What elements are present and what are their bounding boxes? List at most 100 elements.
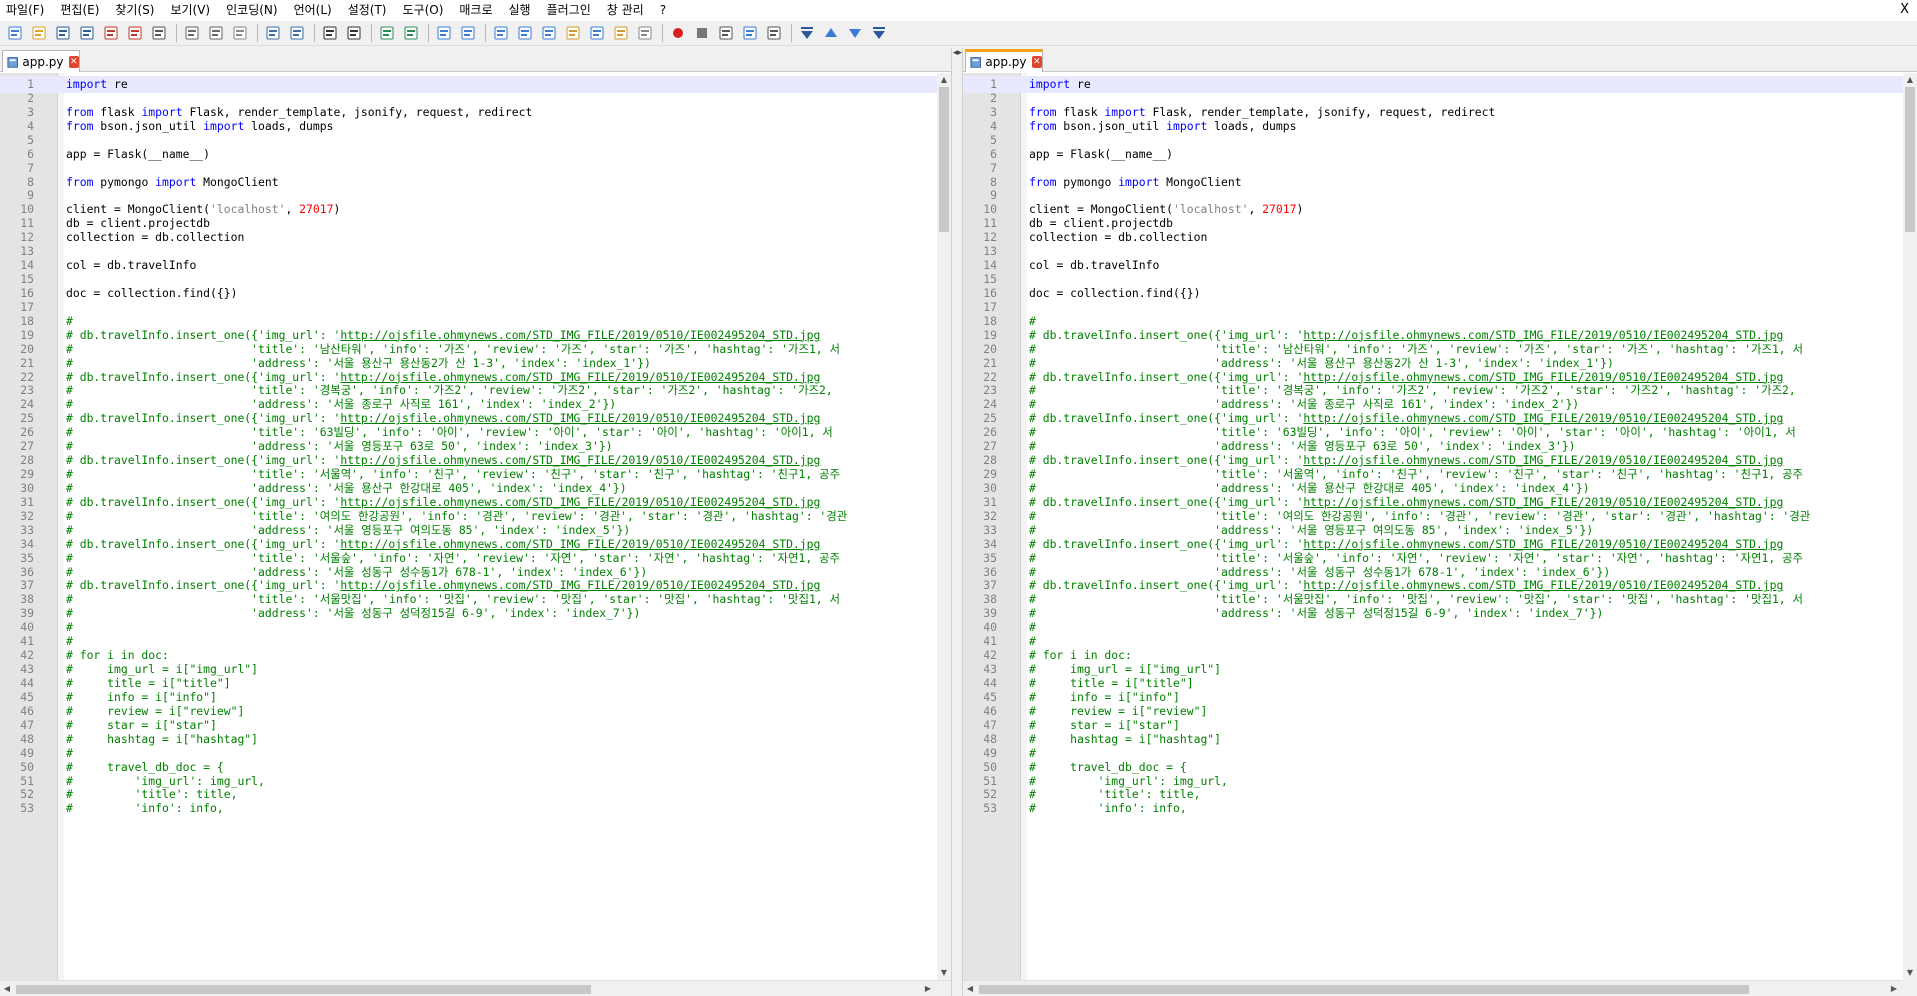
- close-document-button[interactable]: X: [1900, 2, 1909, 17]
- function-list-icon[interactable]: [562, 22, 584, 44]
- code-token: # 'address': '서울 영등포구 여의도동 85', 'index':…: [1029, 522, 1594, 537]
- scroll-up-icon[interactable]: ▲: [937, 73, 951, 87]
- code-token: ,: [285, 202, 300, 217]
- sync-horizontal-icon[interactable]: [457, 22, 479, 44]
- scroll-left-icon[interactable]: ◀: [0, 982, 14, 996]
- menu-item-4[interactable]: 인코딩(N): [218, 0, 285, 21]
- zoom-out-icon[interactable]: [400, 22, 422, 44]
- zoom-in-icon[interactable]: [376, 22, 398, 44]
- toolbar-separator: [662, 24, 663, 42]
- open-file-icon[interactable]: [28, 22, 50, 44]
- undo-icon[interactable]: [262, 22, 284, 44]
- code-token: #: [66, 313, 73, 328]
- scroll-down-icon[interactable]: ▼: [937, 966, 951, 980]
- code-token: # db.travelInfo.insert_one({'img_url': ': [66, 327, 341, 342]
- tab-close-icon[interactable]: ✕: [68, 55, 79, 68]
- splitter-arrows-icon[interactable]: ◂▸: [953, 48, 962, 58]
- sync-vertical-icon[interactable]: [433, 22, 455, 44]
- vertical-scrollbar[interactable]: ▲ ▼: [1903, 73, 1917, 980]
- scroll-down-icon[interactable]: ▼: [1903, 966, 1917, 980]
- save-macro-icon[interactable]: [763, 22, 785, 44]
- vertical-scroll-thumb[interactable]: [1905, 87, 1915, 232]
- cut-icon[interactable]: [181, 22, 203, 44]
- code-area[interactable]: 1 import re 2 3 from flask import Flask, ren…: [963, 73, 1903, 980]
- show-all-chars-icon[interactable]: [514, 22, 536, 44]
- scroll-up-icon[interactable]: ▲: [1903, 73, 1917, 87]
- copy-icon[interactable]: [205, 22, 227, 44]
- code-token: doc = collection.find({}): [1029, 285, 1201, 300]
- menu-item-5[interactable]: 언어(L): [286, 0, 340, 21]
- vertical-scrollbar[interactable]: ▲ ▼: [937, 73, 951, 980]
- menu-item-9[interactable]: 실행: [501, 0, 539, 21]
- close-icon[interactable]: [100, 22, 122, 44]
- right-code-editor[interactable]: 1 import re 2 3 from flask import Flask, ren…: [963, 73, 1917, 980]
- redo-icon[interactable]: [286, 22, 308, 44]
- menu-item-1[interactable]: 편집(E): [52, 0, 107, 21]
- code-token: # 'title': '서울역', 'info': '친구', 'review'…: [1029, 467, 1804, 482]
- save-all-icon[interactable]: [76, 22, 98, 44]
- menu-item-12[interactable]: ?: [652, 0, 674, 21]
- compare-prev-icon[interactable]: [820, 22, 842, 44]
- menu-item-8[interactable]: 매크로: [451, 0, 500, 21]
- indent-guide-icon[interactable]: [538, 22, 560, 44]
- code-token: from: [1029, 104, 1057, 119]
- menu-item-3[interactable]: 보기(V): [162, 0, 218, 21]
- print-icon[interactable]: [148, 22, 170, 44]
- horizontal-scroll-thumb[interactable]: [16, 985, 591, 994]
- compare-last-icon[interactable]: [868, 22, 890, 44]
- menu-item-10[interactable]: 플러그인: [539, 0, 599, 21]
- left-code-editor[interactable]: 1 import re 2 3 from flask import Flask, ren…: [0, 73, 951, 980]
- tab-app-py-left[interactable]: app.py ✕: [2, 50, 80, 72]
- doc-map-icon[interactable]: [586, 22, 608, 44]
- find-icon[interactable]: [319, 22, 341, 44]
- code-token: # db.travelInfo.insert_one({'img_url': ': [66, 369, 341, 384]
- code-token: # 'address': '서울 종로구 사직로 161', 'index': …: [1029, 397, 1580, 412]
- record-macro-icon[interactable]: [667, 22, 689, 44]
- code-token: import: [155, 174, 197, 189]
- new-file-icon[interactable]: [4, 22, 26, 44]
- code-token: from: [1029, 118, 1057, 133]
- scroll-left-icon[interactable]: ◀: [963, 982, 977, 996]
- run-macro-multiple-icon[interactable]: [739, 22, 761, 44]
- save-icon[interactable]: [52, 22, 74, 44]
- tab-app-py-right[interactable]: app.py ✕: [965, 49, 1043, 72]
- paste-icon[interactable]: [229, 22, 251, 44]
- code-token: 27017: [1262, 202, 1297, 217]
- monitoring-icon[interactable]: [634, 22, 656, 44]
- horizontal-scrollbar[interactable]: ◀ ▶: [963, 980, 1917, 996]
- left-tab-bar: app.py ✕: [0, 48, 951, 72]
- code-token: # star = i["star"]: [66, 717, 217, 732]
- folder-workspace-icon[interactable]: [610, 22, 632, 44]
- menu-item-11[interactable]: 창 관리: [599, 0, 652, 21]
- vertical-scroll-thumb[interactable]: [939, 87, 949, 232]
- word-wrap-icon[interactable]: [490, 22, 512, 44]
- replace-icon[interactable]: [343, 22, 365, 44]
- code-token: # 'title': '경복궁', 'info': '가즈2', 'review…: [1029, 383, 1796, 398]
- code-token: # 'address': '서울 영등포구 63로 50', 'index': …: [1029, 439, 1576, 454]
- menu-item-6[interactable]: 설정(T): [340, 0, 395, 21]
- code-token: pymongo: [1056, 174, 1119, 189]
- compare-first-icon[interactable]: [796, 22, 818, 44]
- close-all-icon[interactable]: [124, 22, 146, 44]
- menu-item-0[interactable]: 파일(F): [0, 0, 52, 21]
- scroll-right-icon[interactable]: ▶: [1887, 982, 1901, 996]
- code-token: # db.travelInfo.insert_one({'img_url': ': [66, 578, 341, 593]
- code-area[interactable]: 1 import re 2 3 from flask import Flask, ren…: [0, 73, 937, 980]
- pane-splitter[interactable]: ◂▸: [951, 48, 963, 996]
- play-macro-icon[interactable]: [715, 22, 737, 44]
- code-token: # 'info': info,: [66, 801, 224, 816]
- code-token: # db.travelInfo.insert_one({'img_url': ': [66, 494, 341, 509]
- tab-close-icon[interactable]: ✕: [1031, 56, 1042, 68]
- code-token: # img_url = i["img_url"]: [66, 662, 259, 677]
- stop-macro-icon[interactable]: [691, 22, 713, 44]
- code-token: loads, dumps: [1207, 118, 1297, 133]
- scroll-right-icon[interactable]: ▶: [921, 982, 935, 996]
- horizontal-scrollbar[interactable]: ◀ ▶: [0, 980, 951, 996]
- code-token: http://ojsfile.ohmynews.com/STD_IMG_FILE…: [340, 411, 821, 426]
- horizontal-scroll-thumb[interactable]: [979, 985, 1749, 994]
- compare-next-icon[interactable]: [844, 22, 866, 44]
- menu-item-7[interactable]: 도구(O): [395, 0, 452, 21]
- menu-item-2[interactable]: 찾기(S): [107, 0, 162, 21]
- code-token: # 'address': '서울 성동구 성덕정15길 6-9', 'index…: [1029, 606, 1604, 621]
- code-token: col = db.travelInfo: [1029, 258, 1160, 273]
